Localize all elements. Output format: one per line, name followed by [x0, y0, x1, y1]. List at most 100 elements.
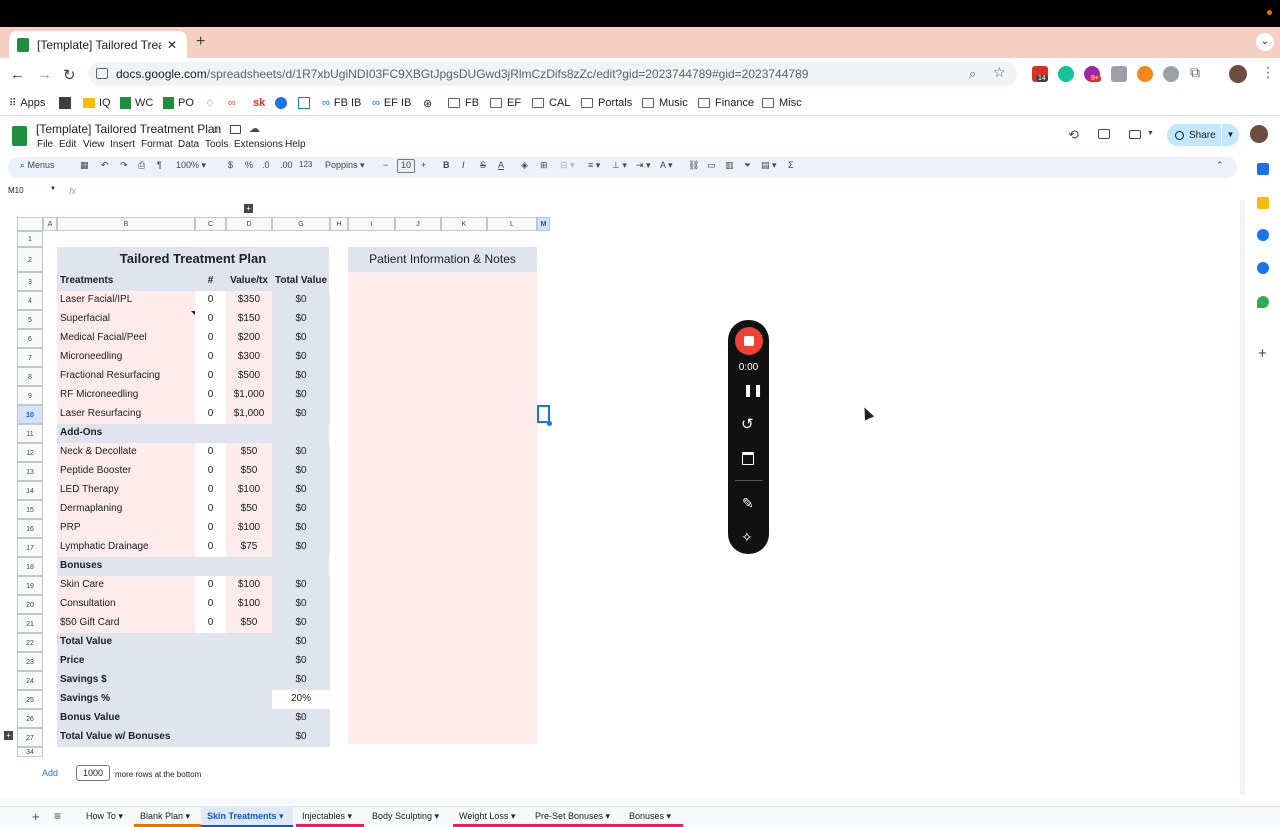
percent-format-button[interactable]: % [245, 160, 253, 170]
bookmark-folder-cal[interactable]: CAL [532, 97, 570, 109]
item-name[interactable]: RF Microneedling [60, 386, 194, 404]
item-value[interactable]: $350 [226, 291, 272, 309]
item-count[interactable]: 0 [196, 386, 225, 404]
meet-dropdown-icon[interactable]: ▼ [1147, 130, 1154, 137]
row-header-3[interactable]: 3 [17, 272, 43, 291]
item-total[interactable]: $0 [272, 367, 330, 385]
italic-button[interactable]: I [462, 160, 465, 170]
item-count[interactable]: 0 [196, 481, 225, 499]
menu-help[interactable]: Help [285, 139, 306, 150]
bookmark-s[interactable] [298, 97, 310, 109]
row-header-1[interactable]: 1 [17, 231, 43, 247]
item-name[interactable]: Superfacial [60, 310, 194, 328]
item-name[interactable]: Microneedling [60, 348, 194, 366]
row-header-18[interactable]: 18 [17, 557, 43, 576]
bold-button[interactable]: B [443, 160, 450, 170]
item-name[interactable]: Skin Care [60, 576, 194, 594]
item-total[interactable]: $0 [272, 500, 330, 518]
item-count[interactable]: 0 [196, 291, 225, 309]
document-title[interactable]: [Template] Tailored Treatment Plan [36, 122, 221, 136]
all-sheets-icon[interactable]: ≡ [54, 809, 61, 823]
column-header-l[interactable]: L [487, 217, 537, 231]
bookmark-fb-ib[interactable]: ∞ FB IB [322, 97, 361, 109]
row-header-15[interactable]: 15 [17, 500, 43, 519]
horizontal-align-icon[interactable]: ≡ ▾ [588, 160, 600, 171]
row-header-24[interactable]: 24 [17, 671, 43, 690]
menu-edit[interactable]: Edit [59, 139, 76, 150]
font-select[interactable]: Poppins ▾ [325, 160, 365, 171]
item-value[interactable]: $1,000 [226, 405, 272, 423]
item-count[interactable]: 0 [196, 595, 225, 613]
row-header-10[interactable]: 10 [17, 405, 43, 424]
text-color-button[interactable]: A [498, 160, 504, 170]
maps-side-icon[interactable] [1257, 296, 1269, 308]
bookmark-folder-finance[interactable]: Finance [698, 97, 754, 109]
row-header-23[interactable]: 23 [17, 652, 43, 671]
item-name[interactable]: Fractional Resurfacing [60, 367, 194, 385]
calendar-icon[interactable]: ▦ [80, 160, 89, 171]
menus-search[interactable]: ⌕ Menus [20, 160, 55, 171]
print-icon[interactable]: ⎙ [138, 160, 145, 171]
item-name[interactable]: LED Therapy [60, 481, 194, 499]
add-rows-button[interactable]: Add [42, 768, 58, 778]
sheet-tab[interactable]: Blank Plan ▾ [140, 811, 190, 822]
sheet-tab[interactable]: Bonuses ▾ [629, 811, 671, 822]
bookmark-ef-ib[interactable]: ∞ EF IB [372, 97, 411, 109]
row-header-22[interactable]: 22 [17, 633, 43, 652]
bookmark-sk[interactable]: sk [253, 97, 265, 109]
row-header-8[interactable]: 8 [17, 367, 43, 386]
row-header-16[interactable]: 16 [17, 519, 43, 538]
browser-tab-active[interactable]: [Template] Tailored Treatment Plan ✕ [9, 31, 187, 58]
item-name[interactable]: Laser Facial/IPL [60, 291, 194, 309]
column-header-k[interactable]: K [441, 217, 487, 231]
row-header-13[interactable]: 13 [17, 462, 43, 481]
paint-format-icon[interactable]: ¶ [157, 160, 162, 170]
move-folder-icon[interactable] [230, 125, 241, 134]
item-name[interactable]: Neck & Decollate [60, 443, 194, 461]
column-header-j[interactable]: J [395, 217, 441, 231]
undo-icon[interactable]: ↶ [101, 160, 109, 171]
item-count[interactable]: 0 [196, 405, 225, 423]
font-size-decrease-icon[interactable]: − [383, 160, 388, 170]
horizontal-scrollbar[interactable] [0, 798, 1240, 804]
item-name[interactable]: Lymphatic Drainage [60, 538, 194, 556]
item-count[interactable]: 0 [196, 329, 225, 347]
currency-format-button[interactable]: $ [228, 160, 233, 170]
row-header-5[interactable]: 5 [17, 310, 43, 329]
column-header-g[interactable]: G [272, 217, 330, 231]
item-count[interactable]: 0 [196, 348, 225, 366]
metamask-extension-icon[interactable] [1137, 66, 1153, 82]
font-size-increase-icon[interactable]: + [421, 160, 426, 170]
functions-icon[interactable]: Σ [788, 160, 794, 170]
grammar-extension-icon[interactable] [1058, 66, 1074, 82]
sheet-tab-dropdown-icon[interactable]: ▾ [277, 811, 284, 821]
account-avatar[interactable] [1250, 125, 1268, 143]
summary-value[interactable]: $0 [272, 652, 330, 670]
sheet-tab-dropdown-icon[interactable]: ▾ [664, 811, 672, 821]
filter-views-icon[interactable]: ▤ ▾ [761, 160, 777, 171]
item-value[interactable]: $50 [226, 462, 272, 480]
collapse-toolbar-icon[interactable]: ⌃ [1216, 160, 1224, 171]
bookmark-folder-ef[interactable]: EF [490, 97, 521, 109]
item-count[interactable]: 0 [196, 614, 225, 632]
summary-value[interactable]: $0 [272, 709, 330, 727]
bookmark-zoom[interactable] [275, 97, 287, 109]
fill-handle[interactable] [547, 421, 552, 426]
bookmark-folder-portals[interactable]: Portals [581, 97, 632, 109]
star-icon[interactable]: ☆ [211, 123, 221, 136]
row-header-17[interactable]: 17 [17, 538, 43, 557]
item-total[interactable]: $0 [272, 443, 330, 461]
text-rotation-icon[interactable]: A ▾ [660, 160, 673, 171]
item-total[interactable]: $0 [272, 519, 330, 537]
merge-cells-icon[interactable]: ⊟ ▾ [560, 160, 575, 171]
extensions-puzzle-icon[interactable]: ⧉ [1190, 64, 1200, 81]
row-header-21[interactable]: 21 [17, 614, 43, 633]
sheet-tab-dropdown-icon[interactable]: ▾ [508, 811, 516, 821]
menu-file[interactable]: File [37, 139, 53, 150]
tasks-side-icon[interactable] [1257, 229, 1269, 241]
effects-sparkle-icon[interactable]: ✧ [741, 529, 753, 546]
bookmark-folder-music[interactable]: Music [642, 97, 688, 109]
item-value[interactable]: $200 [226, 329, 272, 347]
item-total[interactable]: $0 [272, 386, 330, 404]
expand-group-icon[interactable]: + [4, 731, 13, 740]
